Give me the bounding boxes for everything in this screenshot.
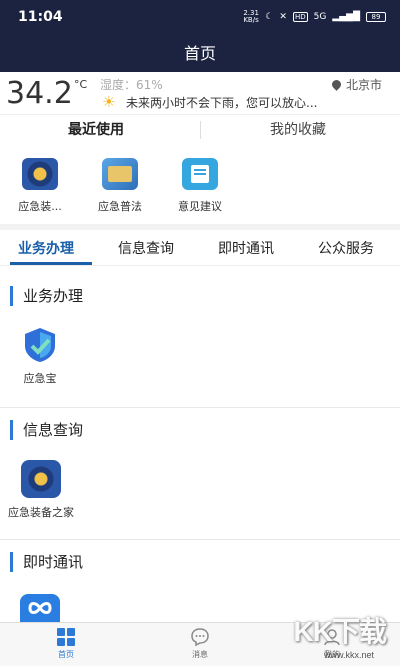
- app-item-equipment-home[interactable]: 应急装备之家: [2, 460, 80, 520]
- emergency-emblem-icon: [21, 460, 61, 498]
- tab-instant-messaging[interactable]: 即时通讯: [218, 238, 274, 258]
- quick-item-emergency-equipment[interactable]: 应急装...: [0, 158, 80, 214]
- sun-icon: ☀: [102, 93, 116, 111]
- app-item-yingjibao[interactable]: 应急宝: [20, 326, 60, 386]
- message-bubble-icon: [190, 627, 210, 647]
- tab-business[interactable]: 业务办理: [18, 238, 74, 258]
- section-info-query: 信息查询 应急装备之家: [0, 408, 400, 548]
- emergency-equipment-icon: [22, 158, 58, 190]
- battery-icon: 89: [366, 12, 386, 22]
- main-category-tabs: 业务办理 信息查询 即时通讯 公众服务: [0, 230, 400, 266]
- quick-item-label: 应急装...: [18, 200, 62, 213]
- feedback-form-icon: [182, 158, 218, 190]
- tab-recent[interactable]: 最近使用: [68, 119, 124, 139]
- tab-info-query[interactable]: 信息查询: [118, 238, 174, 258]
- status-bar: 11:04 2.31 KB/s ☾ ✕ HD 5G ▂▄▆█ 89: [0, 0, 400, 36]
- net-speed-indicator: 2.31 KB/s: [243, 9, 259, 24]
- alarm-icon: ✕: [279, 12, 287, 22]
- weather-widget[interactable]: 34.2 °C 湿度：61% 北京市 ☀ 未来两小时不会下雨，您可以放心...: [0, 72, 400, 114]
- quick-item-label: 意见建议: [178, 200, 222, 213]
- app-item-label: 应急宝: [23, 372, 57, 385]
- city-name: 北京市: [345, 78, 382, 92]
- app-item-messenger[interactable]: [20, 594, 60, 622]
- quick-item-label: 应急普法: [98, 200, 142, 213]
- temperature-value: 34.2: [6, 76, 73, 111]
- city-location[interactable]: 北京市: [330, 76, 382, 93]
- status-icons: 2.31 KB/s ☾ ✕ HD 5G ▂▄▆█ 89: [243, 10, 386, 24]
- signal-icon: 5G: [313, 12, 327, 22]
- section-title: 信息查询: [10, 420, 83, 440]
- hd-icon: HD: [292, 12, 308, 22]
- watermark-text: KK下载: [293, 616, 387, 647]
- forecast-text: 未来两小时不会下雨，您可以放心...: [126, 96, 318, 110]
- app-item-label: 应急装备之家: [8, 506, 74, 519]
- tab-divider: [200, 121, 201, 139]
- location-pin-icon: [330, 78, 343, 91]
- bottom-nav-home[interactable]: 首页: [36, 627, 96, 660]
- quick-item-law[interactable]: 应急普法: [80, 158, 160, 214]
- status-time: 11:04: [18, 9, 63, 25]
- shield-check-icon: [20, 326, 60, 364]
- bottom-nav-messages[interactable]: 消息: [170, 627, 230, 660]
- humidity-text: 湿度：61%: [100, 78, 163, 92]
- favorites-tabs: 最近使用 我的收藏: [0, 114, 400, 144]
- tab-favorites[interactable]: 我的收藏: [270, 119, 326, 139]
- bottom-nav-label: 首页: [58, 650, 74, 659]
- moon-icon: ☾: [265, 12, 274, 22]
- watermark-url: www.kkx.net: [323, 650, 374, 660]
- signal-bars-icon: ▂▄▆█: [332, 12, 360, 22]
- section-title: 即时通讯: [10, 552, 83, 572]
- section-business: 业务办理 应急宝: [0, 266, 400, 408]
- active-tab-indicator: [10, 262, 92, 265]
- chat-infinity-icon: [20, 594, 60, 622]
- recent-apps-row: 应急装... 应急普法 意见建议: [0, 150, 400, 220]
- watermark: KK下载 www.kkx.net: [280, 604, 400, 660]
- law-book-icon: [102, 158, 138, 190]
- page-title: 首页: [183, 44, 216, 63]
- section-title: 业务办理: [10, 286, 83, 306]
- top-navbar: 首页: [0, 36, 400, 72]
- temperature-unit: °C: [74, 78, 88, 91]
- home-grid-icon: [56, 627, 76, 647]
- tab-public-service[interactable]: 公众服务: [318, 238, 374, 258]
- bottom-nav-label: 消息: [192, 650, 208, 659]
- quick-item-feedback[interactable]: 意见建议: [160, 158, 240, 214]
